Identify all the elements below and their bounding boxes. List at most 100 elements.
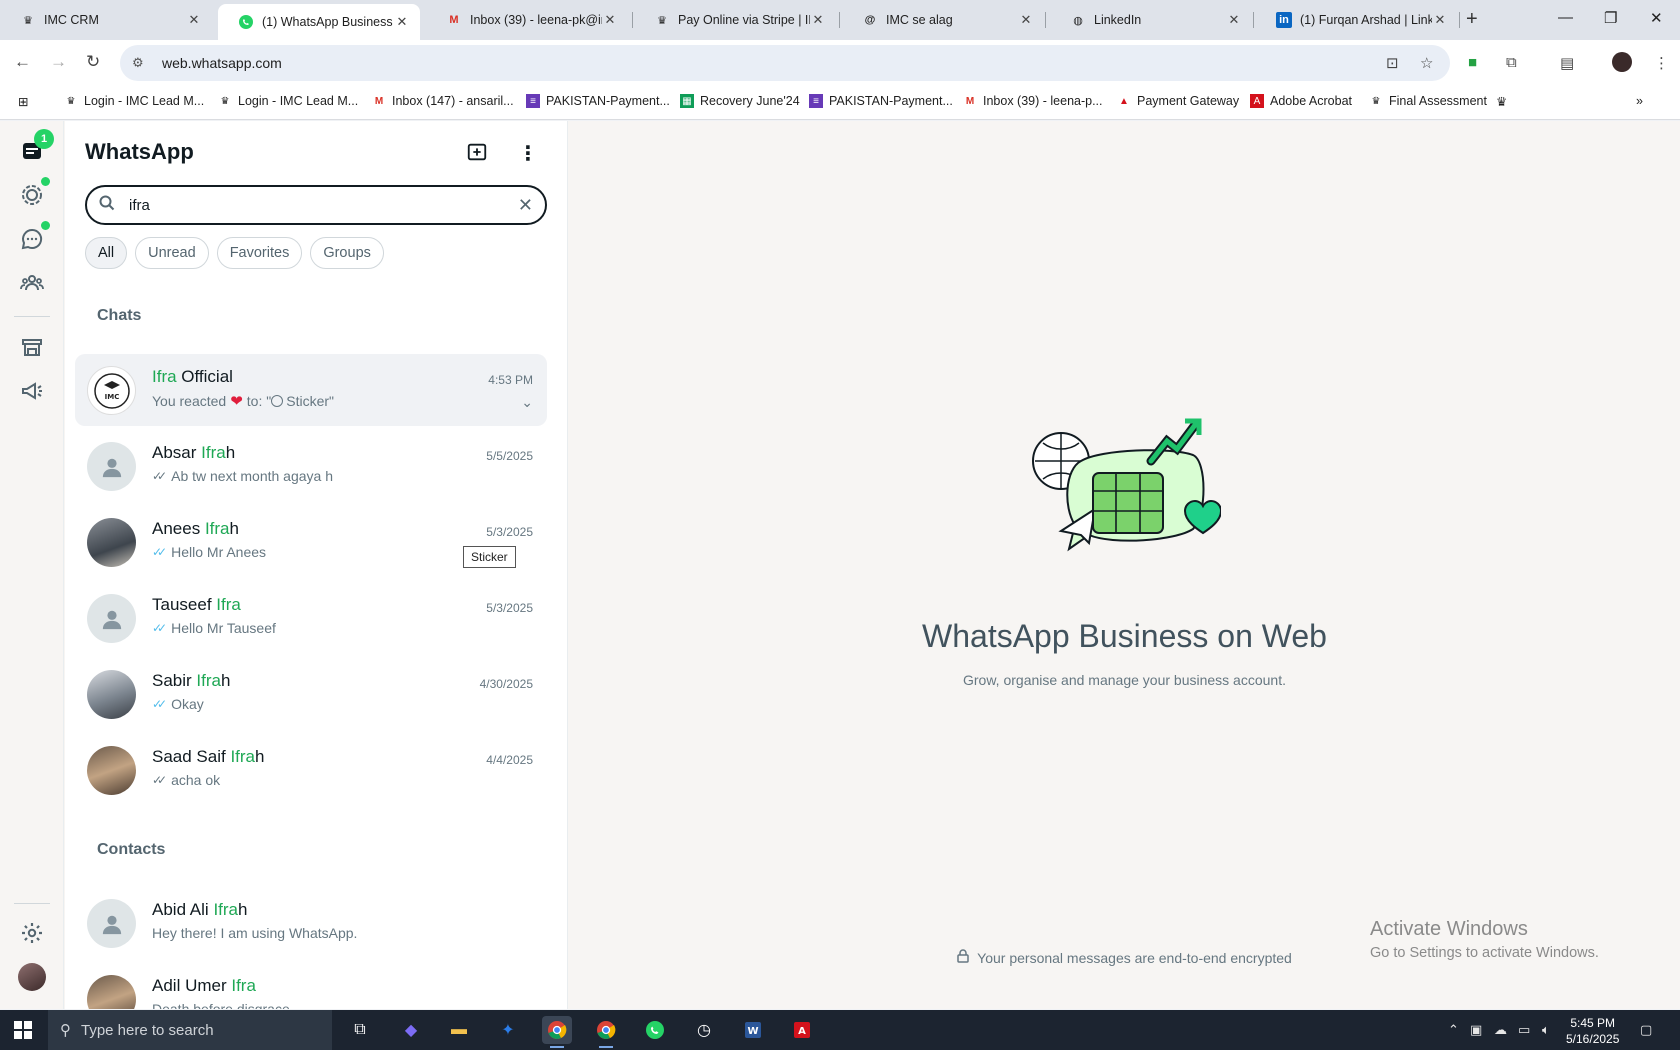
copilot-icon[interactable]: ◆ [396,1016,426,1044]
filter-all[interactable]: All [85,237,128,269]
bookmark-item[interactable]: ≡ PAKISTAN-Payment... [526,94,670,108]
status-icon[interactable] [18,181,46,209]
communities-icon[interactable] [18,269,46,297]
chevron-down-icon[interactable]: ⌄ [521,394,533,411]
chat-item[interactable]: Absar Ifrah ✓✓ Ab tw next month agaya h 5… [75,430,547,502]
bookmark-item[interactable]: ♛ Login - IMC Lead M... [218,94,359,108]
new-chat-icon[interactable] [466,141,488,168]
more-bookmarks-icon[interactable]: » [1636,94,1643,108]
notifications-icon[interactable]: ▢ [1640,1022,1652,1038]
chrome-icon[interactable] [591,1016,621,1048]
close-icon[interactable]: ✕ [1226,12,1242,28]
bookmark-item[interactable]: ▲ Payment Gateway [1117,94,1239,108]
side-panel-icon[interactable]: ▤ [1560,54,1574,72]
settings-gear-icon[interactable] [18,919,46,947]
catalog-store-icon[interactable] [18,333,46,361]
close-icon[interactable]: ✕ [602,12,618,28]
avatar [87,442,136,491]
contact-item[interactable]: Abid Ali Ifrah Hey there! I am using Wha… [75,887,547,959]
apps-grid-icon[interactable]: ⊞ [18,94,28,109]
sticker-icon [271,395,284,407]
close-icon[interactable]: ✕ [186,12,202,28]
onedrive-cloud-icon[interactable]: ☁ [1494,1022,1507,1038]
chrome-icon[interactable] [542,1016,572,1048]
tab-title: LinkedIn [1094,13,1142,27]
filter-favorites[interactable]: Favorites [216,237,303,269]
window-close-button[interactable]: ✕ [1650,9,1663,27]
search-box[interactable]: ✕ [85,185,547,225]
filter-unread[interactable]: Unread [135,237,209,269]
bookmark-item[interactable]: ▦ Recovery June'24 [680,94,800,108]
chat-item[interactable]: Saad Saif Ifrah ✓✓ acha ok 4/4/2025 [75,734,547,806]
tab-gmail[interactable]: M Inbox (39) - leena-pk@im ✕ [426,4,628,36]
browser-menu-icon[interactable]: ⋮ [1654,54,1669,72]
close-icon[interactable]: ✕ [394,14,410,30]
avatar [87,899,136,948]
clock-app-icon[interactable]: ◷ [689,1016,719,1044]
reload-icon[interactable]: ↻ [86,52,100,72]
bookmark-item[interactable]: ♛ Login - IMC Lead M... [64,94,205,108]
whatsapp-app: 1 WhatsApp ⋮ ifra ✕ All Unread Favorites… [0,121,1680,1009]
network-icon[interactable]: ▭ [1518,1022,1530,1038]
app-pin-icon[interactable]: ✦ [493,1016,523,1044]
unread-badge: 1 [34,129,54,149]
word-icon[interactable]: W [738,1016,768,1044]
advertise-megaphone-icon[interactable] [18,377,46,405]
system-clock[interactable]: 5:45 PM 5/16/2025 [1566,1015,1619,1047]
back-arrow-icon[interactable]: ← [14,52,31,72]
avatar [87,518,136,567]
contact-name: Abid Ali Ifrah [152,900,248,919]
tab-imc-crm[interactable]: ♛ IMC CRM ✕ [0,4,212,36]
chat-item[interactable]: Sabir Ifrah ✓✓ Okay 4/30/2025 [75,658,547,730]
task-view-icon[interactable]: ⧉ [345,1016,375,1044]
bookmark-item[interactable]: A Adobe Acrobat [1250,94,1352,108]
tab-linkedin[interactable]: ◍ LinkedIn ✕ [1050,4,1252,36]
close-icon[interactable]: ✕ [810,12,826,28]
minimize-button[interactable]: — [1558,9,1573,26]
avatar [87,594,136,643]
restore-button[interactable]: ❐ [1604,9,1617,27]
search-placeholder: Type here to search [81,1021,214,1039]
menu-dots-icon[interactable]: ⋮ [518,141,538,166]
profile-avatar[interactable] [18,963,46,991]
clear-search-icon[interactable]: ✕ [518,195,533,216]
file-explorer-icon[interactable]: ▬ [444,1016,474,1044]
extension-whatsapp-icon[interactable]: ■ [1468,54,1477,71]
tab-whatsapp[interactable]: (1) WhatsApp Business ✕ [218,4,420,40]
close-icon[interactable]: ✕ [1432,12,1448,28]
tab-imc-se-alag[interactable]: @ IMC se alag ✕ [842,4,1044,36]
chat-item[interactable]: Tauseef Ifra ✓✓ Hello Mr Tauseef 5/3/2025 [75,582,547,654]
install-app-icon[interactable]: ⊡ [1386,54,1399,72]
search-input[interactable] [129,196,518,214]
extensions-puzzle-icon[interactable]: ⧉ [1506,54,1517,71]
imc-icon[interactable]: ♛ [1496,94,1507,109]
whatsapp-icon[interactable] [640,1016,670,1044]
close-icon[interactable]: ✕ [1018,12,1034,28]
meet-now-icon[interactable]: ▣ [1470,1022,1482,1038]
contacts-section-heading: Contacts [97,841,166,858]
chat-time: 4/30/2025 [479,677,533,691]
tab-stripe[interactable]: ♛ Pay Online via Stripe | IMC ✕ [634,4,836,36]
tray-chevron-up-icon[interactable]: ⌃ [1448,1022,1459,1038]
new-tab-button[interactable]: + [1466,8,1478,31]
chat-item[interactable]: IMC Ifra Official You reacted ❤ to: " St… [75,354,547,426]
bookmark-item[interactable]: M Inbox (39) - leena-p... [963,94,1103,108]
taskbar-search[interactable]: ⚲ Type here to search [48,1010,332,1050]
bookmark-item[interactable]: ♛ Final Assessment [1369,94,1487,108]
acrobat-icon[interactable]: A [787,1016,817,1044]
bookmark-label: Inbox (39) - leena-p... [983,94,1103,108]
bookmark-star-icon[interactable]: ☆ [1420,54,1433,72]
profile-avatar[interactable] [1612,52,1632,72]
bookmark-item[interactable]: M Inbox (147) - ansaril... [372,94,514,108]
tab-linkedin-profile[interactable]: in (1) Furqan Arshad | Linke ✕ [1256,4,1458,36]
windows-start-icon[interactable] [14,1021,32,1044]
filter-groups[interactable]: Groups [310,237,384,269]
channels-icon[interactable] [18,225,46,253]
bookmark-item[interactable]: ≡ PAKISTAN-Payment... [809,94,953,108]
url-field[interactable]: ⚙ web.whatsapp.com [120,45,1450,81]
forward-arrow-icon[interactable]: → [50,52,67,72]
tab-title: IMC se alag [886,13,953,27]
site-settings-icon[interactable]: ⚙ [132,55,150,71]
contact-item[interactable]: Adil Umer Ifra Death before disgrace [75,963,547,1009]
volume-mute-icon[interactable]: 🔈︎ [1542,1022,1550,1038]
